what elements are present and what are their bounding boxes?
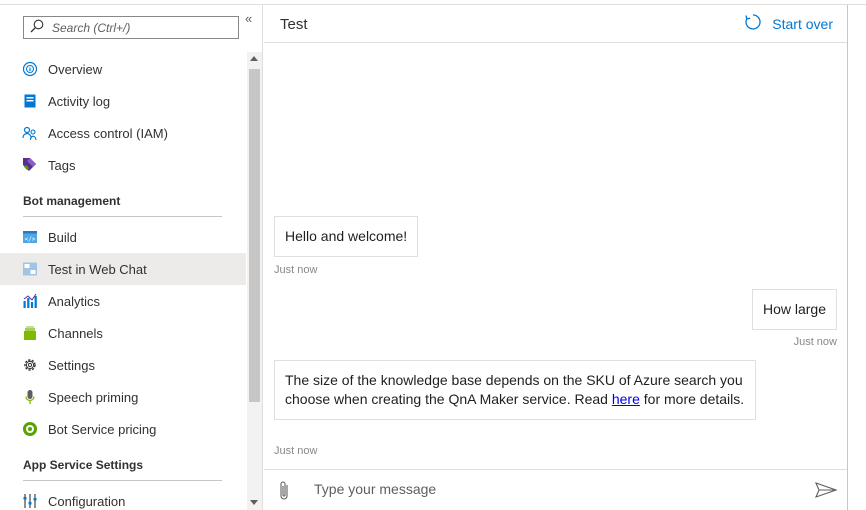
analytics-icon — [22, 293, 38, 309]
attachment-icon[interactable] — [278, 480, 290, 505]
sidebar-item-label: Settings — [48, 357, 95, 373]
start-over-button[interactable]: Start over — [744, 13, 833, 34]
scroll-up-icon[interactable] — [250, 56, 258, 61]
pricing-icon — [22, 421, 38, 437]
sidebar: « Overview Activity log Access control (… — [0, 5, 263, 510]
message-input[interactable] — [314, 481, 794, 497]
sidebar-item-build[interactable]: </> Build — [0, 221, 246, 253]
sidebar-item-speech-priming[interactable]: Speech priming — [0, 381, 246, 413]
section-heading-app-service: App Service Settings — [23, 458, 144, 472]
start-over-label: Start over — [772, 15, 833, 32]
message-timestamp: Just now — [793, 336, 837, 348]
sidebar-item-tags[interactable]: Tags — [0, 149, 246, 181]
search-box[interactable] — [23, 16, 239, 39]
sidebar-item-label: Activity log — [48, 93, 111, 109]
code-icon: </> — [22, 229, 38, 245]
configuration-icon — [22, 493, 38, 509]
sidebar-item-label: Analytics — [48, 293, 101, 309]
sidebar-scrollbar[interactable] — [247, 52, 262, 510]
channels-icon — [22, 325, 38, 341]
bot-message: Hello and welcome! — [274, 216, 419, 257]
bot-message: The size of the knowledge base depends o… — [274, 360, 756, 420]
chat-title: Test — [280, 16, 308, 33]
section-heading-bot-management: Bot management — [23, 194, 121, 208]
sidebar-item-label: Configuration — [48, 493, 126, 509]
sidebar-item-activity-log[interactable]: Activity log — [0, 85, 246, 117]
here-link[interactable]: here — [612, 391, 640, 407]
info-icon — [22, 61, 38, 77]
gear-icon — [22, 357, 38, 373]
message-text: Hello and welcome! — [285, 228, 408, 244]
section-divider — [23, 480, 222, 481]
web-chat-icon — [22, 261, 38, 277]
microphone-icon — [22, 389, 38, 405]
sidebar-item-label: Tags — [48, 157, 76, 173]
sidebar-item-label: Channels — [48, 325, 103, 341]
message-timestamp: Just now — [274, 445, 318, 457]
sidebar-item-label: Test in Web Chat — [48, 261, 147, 277]
people-icon — [22, 125, 38, 141]
collapse-sidebar-icon[interactable]: « — [245, 11, 252, 26]
scroll-down-icon[interactable] — [250, 500, 258, 505]
send-icon[interactable] — [815, 482, 838, 501]
sidebar-item-overview[interactable]: Overview — [0, 53, 246, 85]
search-input[interactable] — [52, 20, 232, 35]
sidebar-item-bot-service-pricing[interactable]: Bot Service pricing — [0, 413, 246, 445]
scroll-thumb[interactable] — [249, 69, 260, 402]
message-text: for more details. — [639, 391, 745, 407]
message-timestamp: Just now — [274, 264, 318, 276]
sidebar-item-test-in-web-chat[interactable]: Test in Web Chat — [0, 253, 246, 285]
refresh-icon — [744, 13, 772, 34]
sidebar-item-analytics[interactable]: Analytics — [0, 285, 246, 317]
sidebar-item-configuration[interactable]: Configuration — [0, 485, 246, 510]
sidebar-item-access-control[interactable]: Access control (IAM) — [0, 117, 246, 149]
sidebar-item-label: Overview — [48, 61, 103, 77]
chat-header: Test Start over — [264, 5, 847, 43]
search-icon — [30, 19, 44, 36]
svg-text:</>: </> — [25, 236, 36, 243]
sidebar-item-channels[interactable]: Channels — [0, 317, 246, 349]
message-composer — [264, 469, 847, 510]
activity-log-icon — [22, 93, 38, 109]
web-chat-panel: Test Start over Hello and welcome! Just … — [264, 5, 848, 510]
sidebar-item-settings[interactable]: Settings — [0, 349, 246, 381]
user-message: How large — [751, 289, 837, 330]
sidebar-item-label: Speech priming — [48, 389, 139, 405]
sidebar-item-label: Bot Service pricing — [48, 421, 157, 437]
message-text: How large — [762, 301, 826, 317]
sidebar-item-label: Access control (IAM) — [48, 125, 168, 141]
sidebar-nav: Overview Activity log Access control (IA… — [0, 53, 246, 510]
section-divider — [23, 216, 222, 217]
sidebar-item-label: Build — [48, 229, 77, 245]
tag-icon — [22, 157, 38, 173]
